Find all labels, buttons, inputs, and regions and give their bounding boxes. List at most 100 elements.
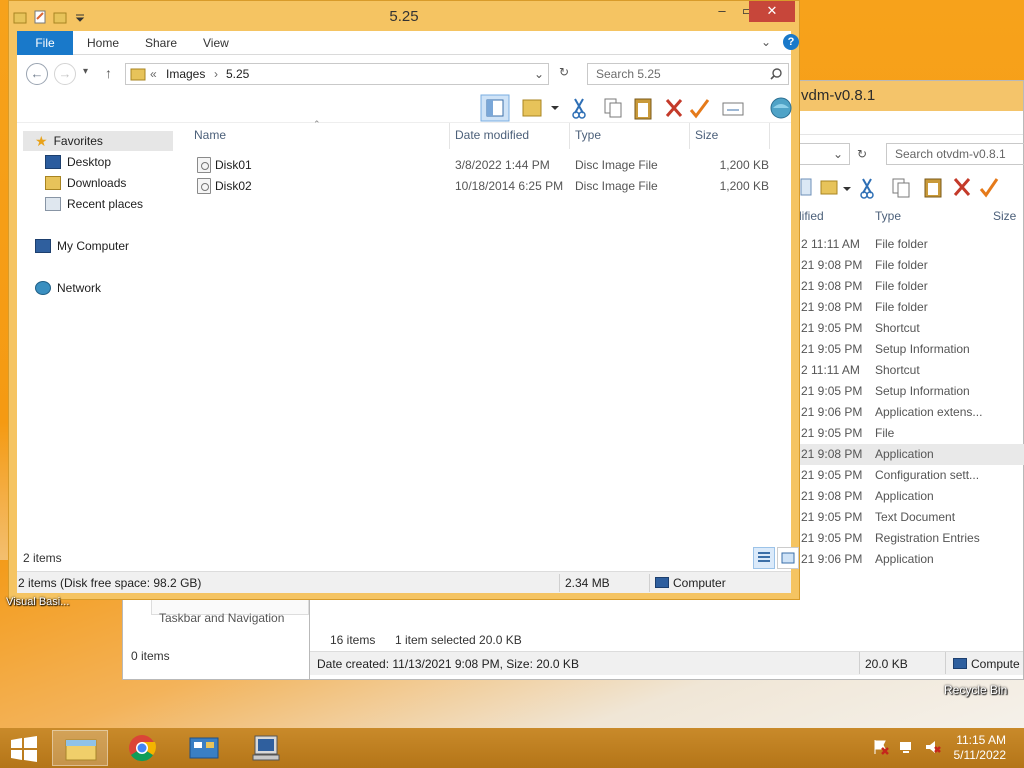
tab-home[interactable]: Home xyxy=(87,31,119,55)
status-size: 2.34 MB xyxy=(565,576,610,590)
table-row[interactable]: 21 9:05 PM Text Document xyxy=(795,507,1024,528)
breadcrumb-overflow[interactable]: « xyxy=(150,67,157,81)
bg-search-input[interactable]: Search otvdm-v0.8.1 xyxy=(886,143,1024,165)
details-view-icon xyxy=(758,552,770,562)
status-location: Computer xyxy=(673,576,726,590)
table-row[interactable]: 21 9:06 PM Application extens... xyxy=(795,402,1024,423)
recycle-bin-label[interactable]: Recycle Bin xyxy=(944,683,1007,697)
table-row[interactable]: 21 9:05 PM Setup Information xyxy=(795,339,1024,360)
computer-icon xyxy=(655,577,669,588)
table-row[interactable]: 21 9:08 PM Application xyxy=(795,486,1024,507)
tab-file[interactable]: File xyxy=(17,31,73,55)
back-button[interactable]: ← xyxy=(26,63,48,85)
system-clock[interactable]: 11:15 AM 5/11/2022 xyxy=(954,733,1007,763)
delete-icon[interactable] xyxy=(663,93,687,123)
nav-recent-places[interactable]: Recent places xyxy=(45,194,143,214)
start-button[interactable] xyxy=(0,730,48,766)
tab-view[interactable]: View xyxy=(203,31,229,55)
paste-icon[interactable] xyxy=(631,93,655,123)
globe-icon[interactable] xyxy=(769,93,795,123)
desktop-icon-label[interactable]: Visual Basi... xyxy=(6,596,69,608)
table-row[interactable]: 21 9:08 PM File folder xyxy=(795,297,1024,318)
table-row[interactable]: 21 9:05 PM Registration Entries xyxy=(795,528,1024,549)
bg-address-dropdown[interactable]: ⌄ xyxy=(798,143,850,165)
bg-col-type[interactable]: Type xyxy=(875,209,901,223)
table-row[interactable]: 21 9:05 PM Configuration sett... xyxy=(795,465,1024,486)
status-summary: 2 items (Disk free space: 98.2 GB) xyxy=(18,576,202,590)
col-size[interactable]: Size xyxy=(695,128,718,142)
taskbar-explorer[interactable] xyxy=(52,730,108,766)
checkmark-icon[interactable] xyxy=(689,93,715,123)
address-bar[interactable]: « Images › 5.25 ⌄ xyxy=(125,63,549,85)
taskbar-control-panel[interactable] xyxy=(176,730,232,766)
table-row[interactable]: 21 9:08 PM File folder xyxy=(795,276,1024,297)
taskbar-vb-app[interactable] xyxy=(238,730,294,766)
nav-favorites[interactable]: ★ Favorites xyxy=(23,131,173,151)
chrome-icon xyxy=(129,735,156,762)
nav-my-computer[interactable]: My Computer xyxy=(35,236,129,256)
rename-icon[interactable] xyxy=(721,93,749,123)
cut-icon[interactable] xyxy=(569,93,591,123)
bg-refresh-button[interactable]: ↻ xyxy=(851,143,873,165)
bg-toolbar-icons[interactable] xyxy=(795,173,1024,203)
search-input[interactable]: Search 5.25 xyxy=(587,63,789,85)
recent-locations-icon[interactable]: ▾ xyxy=(83,66,88,77)
help-icon[interactable]: ? xyxy=(783,34,799,50)
breadcrumb-current[interactable]: 5.25 xyxy=(226,67,249,81)
nav-network[interactable]: Network xyxy=(35,278,101,298)
application-icon xyxy=(252,735,280,761)
nav-desktop[interactable]: Desktop xyxy=(45,152,111,172)
divider xyxy=(769,123,770,149)
table-row-selected[interactable]: 21 9:08 PM Application xyxy=(795,444,1024,465)
minimize-button[interactable]: – xyxy=(709,1,735,22)
table-row[interactable]: 2 11:11 AM File folder xyxy=(795,234,1024,255)
tab-share[interactable]: Share xyxy=(145,31,177,55)
bg-status-line: 16 items 1 item selected 20.0 KB xyxy=(309,629,1023,651)
background-window-left[interactable]: Taskbar and Navigation 0 items xyxy=(122,590,310,680)
bg-col-size[interactable]: Size xyxy=(993,209,1016,223)
taskbar-chrome[interactable] xyxy=(114,730,170,766)
col-type[interactable]: Type xyxy=(575,128,601,142)
explorer-window[interactable]: 5.25 – ▭ ✕ File Home Share View ⌄ ? ← → … xyxy=(8,0,800,600)
volume-muted-icon[interactable] xyxy=(924,738,942,756)
file-row[interactable]: Disk01 3/8/2022 1:44 PM Disc Image File … xyxy=(193,155,793,175)
action-center-icon[interactable] xyxy=(872,738,890,756)
copy-icon[interactable] xyxy=(599,93,623,123)
col-name[interactable]: Name xyxy=(194,128,226,142)
breadcrumb-images[interactable]: Images xyxy=(166,67,205,81)
file-row[interactable]: Disk02 10/18/2014 6:25 PM Disc Image Fil… xyxy=(193,176,793,196)
table-row[interactable]: 21 9:05 PM File xyxy=(795,423,1024,444)
computer-icon xyxy=(953,658,967,669)
address-dropdown-icon[interactable]: ⌄ xyxy=(534,67,544,81)
large-icons-button[interactable] xyxy=(777,547,799,569)
close-button[interactable]: ✕ xyxy=(749,1,795,22)
forward-button[interactable]: → xyxy=(54,63,76,85)
search-icon[interactable] xyxy=(770,68,782,80)
nav-downloads[interactable]: Downloads xyxy=(45,173,126,193)
nav-label: Favorites xyxy=(53,134,103,148)
window-content: File Home Share View ⌄ ? ← → ▾ ↑ « Image… xyxy=(17,31,799,593)
divider xyxy=(559,574,560,592)
titlebar[interactable]: 5.25 – ▭ ✕ xyxy=(9,1,799,31)
preview-pane-button[interactable] xyxy=(479,93,511,123)
new-folder-button[interactable] xyxy=(519,93,563,123)
table-row[interactable]: 21 9:06 PM Application xyxy=(795,549,1024,570)
table-row[interactable]: 2 11:11 AM Shortcut xyxy=(795,360,1024,381)
bg-command-bar xyxy=(795,173,1023,203)
expand-ribbon-icon[interactable]: ⌄ xyxy=(761,35,771,49)
chevron-right-icon[interactable]: › xyxy=(214,67,218,81)
up-button[interactable]: ↑ xyxy=(105,65,112,81)
divider xyxy=(689,123,690,149)
network-status-icon[interactable] xyxy=(898,738,916,756)
file-size: 1,200 KB xyxy=(719,179,769,193)
table-row[interactable]: 21 9:08 PM File folder xyxy=(795,255,1024,276)
downloads-icon xyxy=(45,176,61,190)
bg-selection-info: 1 item selected 20.0 KB xyxy=(395,633,522,647)
refresh-button[interactable]: ↻ xyxy=(551,65,577,79)
table-row[interactable]: 21 9:05 PM Shortcut xyxy=(795,318,1024,339)
table-row[interactable]: 21 9:05 PM Setup Information xyxy=(795,381,1024,402)
nav-label: Desktop xyxy=(67,155,112,169)
bg-window-title: vdm-v0.8.1 xyxy=(801,87,876,104)
details-view-button[interactable] xyxy=(753,547,775,569)
col-date-modified[interactable]: Date modified xyxy=(455,128,529,142)
